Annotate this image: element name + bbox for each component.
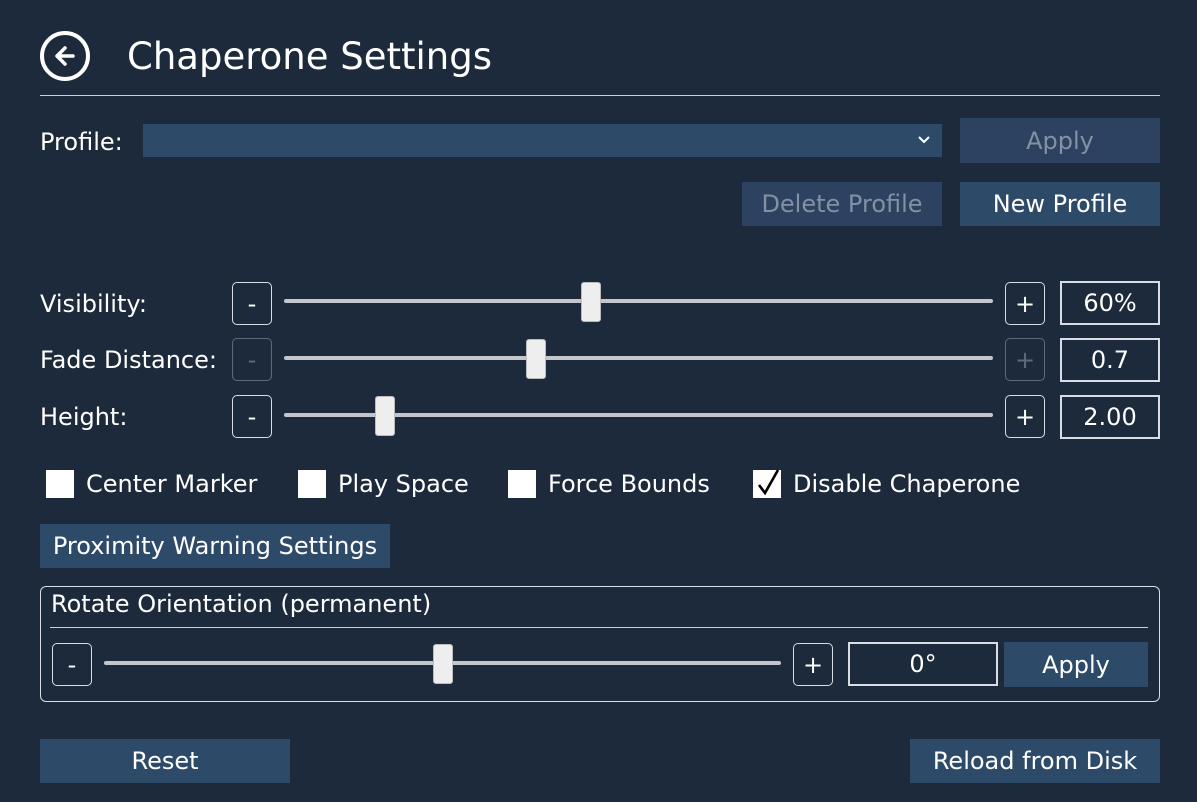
chaperone-settings-page: Chaperone Settings Profile: Apply Delete… (0, 0, 1197, 802)
height-decrease-button[interactable]: - (232, 395, 272, 438)
reset-button[interactable]: Reset (40, 739, 290, 783)
disable-chaperone-checkbox[interactable] (753, 469, 781, 498)
profile-label: Profile: (40, 128, 123, 156)
profile-apply-button[interactable]: Apply (960, 118, 1160, 163)
height-label: Height: (40, 403, 128, 431)
rotate-orientation-title: Rotate Orientation (permanent) (51, 590, 432, 618)
rotate-increase-button[interactable]: + (793, 643, 833, 686)
new-profile-button[interactable]: New Profile (960, 182, 1160, 226)
height-slider-handle[interactable] (375, 396, 396, 436)
visibility-value: 60% (1060, 281, 1160, 325)
proximity-warning-settings-button[interactable]: Proximity Warning Settings (40, 524, 390, 568)
visibility-slider-track[interactable] (284, 299, 993, 303)
arrow-left-circle-icon (55, 46, 75, 66)
page-title: Chaperone Settings (127, 35, 492, 78)
chevron-down-icon (918, 136, 930, 144)
rotate-decrease-button[interactable]: - (52, 643, 92, 686)
rotate-slider-handle[interactable] (432, 644, 453, 684)
rotate-divider (50, 627, 1148, 628)
play-space-label[interactable]: Play Space (338, 469, 469, 499)
profile-select[interactable] (143, 124, 942, 157)
fade-distance-increase-button[interactable]: + (1005, 338, 1045, 381)
center-marker-label[interactable]: Center Marker (86, 469, 257, 499)
fade-distance-slider-handle[interactable] (525, 339, 546, 379)
header-divider (40, 95, 1160, 96)
visibility-increase-button[interactable]: + (1005, 282, 1045, 325)
center-marker-checkbox[interactable] (46, 470, 74, 498)
play-space-checkbox[interactable] (298, 470, 326, 498)
visibility-label: Visibility: (40, 290, 147, 318)
fade-distance-slider-track[interactable] (284, 356, 993, 360)
reload-from-disk-button[interactable]: Reload from Disk (910, 739, 1160, 783)
disable-chaperone-label[interactable]: Disable Chaperone (793, 469, 1020, 499)
visibility-decrease-button[interactable]: - (232, 282, 272, 325)
fade-distance-value: 0.7 (1060, 338, 1160, 382)
delete-profile-button[interactable]: Delete Profile (742, 182, 942, 226)
rotate-value: 0° (848, 642, 998, 686)
force-bounds-checkbox[interactable] (508, 470, 536, 498)
force-bounds-label[interactable]: Force Bounds (548, 469, 710, 499)
checkmark-icon (757, 469, 780, 496)
fade-distance-decrease-button[interactable]: - (232, 338, 272, 381)
visibility-slider-handle[interactable] (580, 282, 601, 322)
fade-distance-label: Fade Distance: (40, 346, 217, 374)
height-increase-button[interactable]: + (1005, 395, 1045, 438)
back-button[interactable] (40, 31, 90, 81)
height-value: 2.00 (1060, 395, 1160, 439)
rotate-apply-button[interactable]: Apply (1004, 642, 1148, 687)
